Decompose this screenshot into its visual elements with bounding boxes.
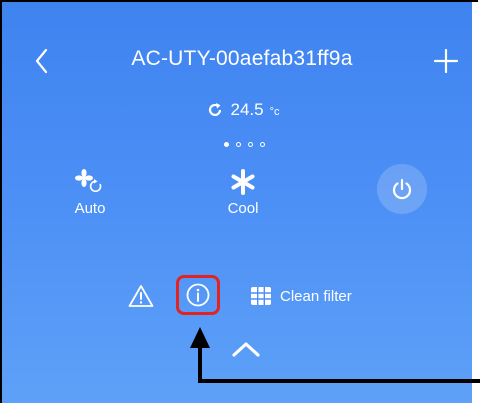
add-button[interactable]: [431, 46, 461, 76]
cool-mode-button[interactable]: Cool: [212, 168, 274, 217]
power-icon: [392, 178, 412, 200]
temperature-unit: °c: [269, 106, 280, 118]
page-dot[interactable]: [236, 142, 241, 147]
snowflake-icon: [231, 169, 255, 195]
device-title: AC-UTY-00aefab31ff9a: [131, 47, 353, 70]
app-screen: AC-UTY-00aefab31ff9a 24.5 °c Auto Cool C…: [0, 0, 478, 403]
clean-filter-label: Clean filter: [280, 287, 352, 305]
filter-grid-icon: [251, 287, 271, 305]
power-button[interactable]: [377, 164, 427, 214]
chevron-up-icon[interactable]: [228, 338, 264, 360]
info-button[interactable]: [176, 275, 220, 315]
fan-mode-label: Auto: [74, 200, 106, 217]
page-indicator[interactable]: [224, 142, 265, 147]
temperature-display: 24.5 °c: [2, 100, 478, 120]
cool-mode-label: Cool: [227, 200, 259, 217]
fan-mode-button[interactable]: Auto: [62, 168, 118, 217]
fan-icon: [75, 169, 102, 193]
temperature-value: 24.5: [230, 100, 264, 119]
warning-icon[interactable]: [128, 284, 154, 308]
page-dot[interactable]: [260, 142, 265, 147]
page-dot[interactable]: [224, 142, 229, 147]
info-icon: [186, 283, 210, 307]
clean-filter-button[interactable]: Clean filter: [250, 286, 352, 306]
refresh-icon: [208, 103, 221, 116]
page-dot[interactable]: [248, 142, 253, 147]
